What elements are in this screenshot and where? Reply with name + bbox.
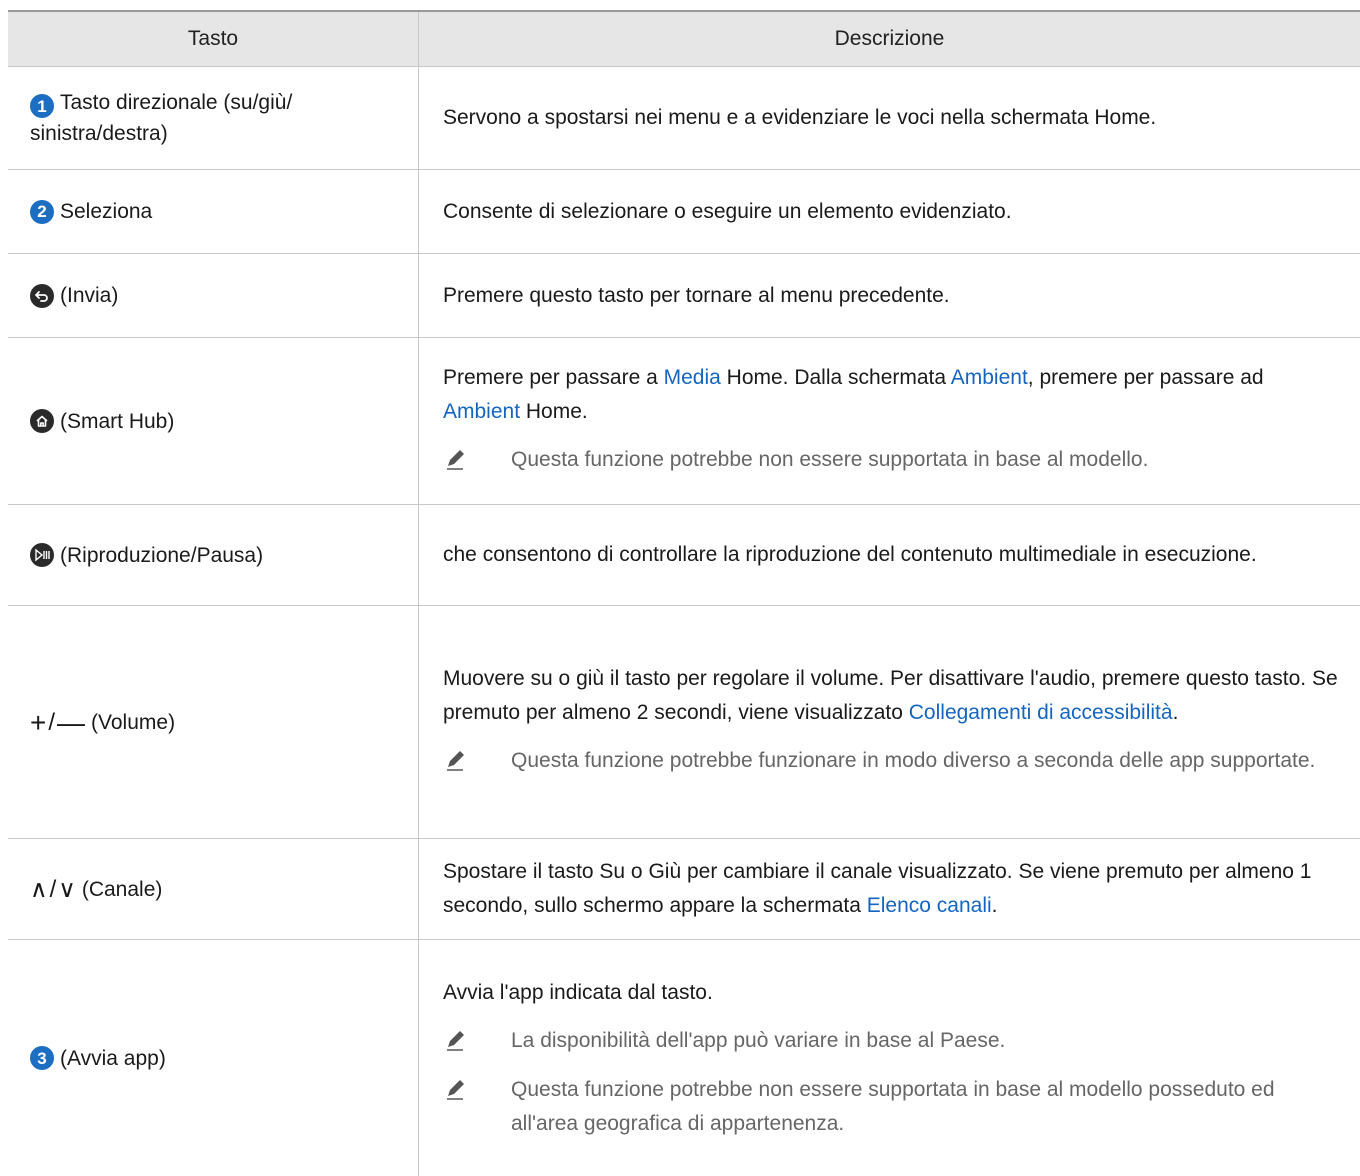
desc-cell: Avvia l'app indicata dal tasto. La dispo… (418, 940, 1360, 1176)
note: La disponibilità dell'app può variare in… (443, 1024, 1342, 1063)
key-cell: + / — (Volume) (8, 606, 418, 838)
description-text: Premere questo tasto per tornare al menu… (443, 283, 950, 307)
pencil-note-icon (443, 1024, 471, 1063)
header-key: Tasto (187, 27, 239, 50)
link-channel-list[interactable]: Elenco canali (867, 894, 992, 917)
key-cell: 1 Tasto direzionale (su/giù/ sinistra/des… (8, 67, 418, 169)
key-cell: (Invia) (8, 254, 418, 337)
key-label: (Canale) (81, 877, 163, 901)
table-row: ∧ / ∨ (Canale) Spostare il tasto Su o Gi… (8, 839, 1360, 940)
note: Questa funzione potrebbe funzionare in m… (443, 744, 1342, 783)
description-text: Avvia l'app indicata dal tasto. (443, 980, 713, 1004)
table-header: Tasto Descrizione (8, 12, 1360, 67)
home-icon (30, 409, 54, 433)
description-text: che consentono di controllare la riprodu… (443, 543, 1257, 566)
key-cell: ∧ / ∨ (Canale) (8, 839, 418, 939)
desc-cell: Consente di selezionare o eseguire un el… (418, 170, 1360, 253)
note-text: La disponibilità dell'app può variare in… (511, 1028, 1006, 1052)
key-label: (Invia) (60, 284, 119, 307)
note-text: Questa funzione potrebbe non essere supp… (511, 447, 1149, 471)
table-row: (Smart Hub) Premere per passare a Media … (8, 338, 1360, 505)
chevron-down-icon: ∨ (58, 875, 76, 903)
chevron-up-icon: ∧ (30, 875, 48, 903)
table-row: (Riproduzione/Pausa) che consentono di c… (8, 505, 1360, 606)
table-row: 1 Tasto direzionale (su/giù/ sinistra/des… (8, 67, 1360, 170)
number-badge-1: 1 (30, 94, 54, 119)
key-cell: (Smart Hub) (8, 338, 418, 504)
description-text: Spostare il tasto Su o Giù per cambiare … (443, 860, 1312, 917)
link-ambient[interactable]: Ambient (951, 366, 1028, 389)
desc-cell: Premere per passare a Media Home. Dalla … (418, 338, 1360, 504)
header-description: Descrizione (418, 12, 1360, 66)
description-text: Consente di selezionare o eseguire un el… (443, 199, 1012, 223)
return-icon (30, 283, 54, 308)
link-ambient[interactable]: Ambient (443, 400, 520, 423)
plus-icon: + (30, 706, 47, 738)
number-badge-2: 2 (30, 199, 54, 224)
desc-cell: Muovere su o giù il tasto per regolare i… (418, 606, 1360, 838)
slash: / (49, 875, 57, 903)
table-row: + / — (Volume) Muovere su o giù il tasto… (8, 606, 1360, 839)
note-text: Questa funzione potrebbe funzionare in m… (511, 748, 1316, 772)
description-text: Muovere su o giù il tasto per regolare i… (443, 666, 1338, 724)
desc-cell: Premere questo tasto per tornare al menu… (418, 254, 1360, 337)
pencil-note-icon (443, 443, 471, 482)
description-text: Premere per passare a Media Home. Dalla … (443, 365, 1264, 423)
slash: / (48, 708, 56, 736)
table-row: 2 Seleziona Consente di selezionare o ese… (8, 170, 1360, 254)
table-row: (Invia) Premere questo tasto per tornare… (8, 254, 1360, 338)
desc-cell: Spostare il tasto Su o Giù per cambiare … (418, 839, 1360, 939)
key-cell: (Riproduzione/Pausa) (8, 505, 418, 605)
key-label: (Volume) (91, 710, 176, 734)
key-label: (Avvia app) (60, 1046, 166, 1070)
note-text: Questa funzione potrebbe non essere supp… (511, 1077, 1275, 1135)
key-cell: 2 Seleziona (8, 170, 418, 253)
key-label: Seleziona (60, 200, 153, 223)
desc-cell: che consentono di controllare la riprodu… (418, 505, 1360, 605)
note: Questa funzione potrebbe non essere supp… (443, 1073, 1342, 1141)
key-cell: 3 (Avvia app) (8, 940, 418, 1176)
key-label: (Smart Hub) (60, 409, 175, 433)
key-label: Tasto direzionale (su/giù/ sinistra/dest… (30, 90, 293, 146)
link-media[interactable]: Media (664, 366, 721, 389)
link-accessibility-shortcuts[interactable]: Collegamenti di accessibilità (909, 701, 1173, 724)
number-badge-3: 3 (30, 1046, 54, 1070)
key-label: (Riproduzione/Pausa) (60, 543, 264, 567)
play-pause-icon (30, 543, 54, 567)
description-text: Servono a spostarsi nei menu e a evidenz… (443, 106, 1157, 129)
table-row: 3 (Avvia app) Avvia l'app indicata dal ta… (8, 940, 1360, 1176)
minus-icon: — (57, 706, 86, 738)
desc-cell: Servono a spostarsi nei menu e a evidenz… (418, 67, 1360, 169)
note: Questa funzione potrebbe non essere supp… (443, 443, 1342, 482)
remote-keys-table: Tasto Descrizione 1 Tasto direzionale (su… (8, 10, 1360, 1176)
pencil-note-icon (443, 744, 471, 783)
pencil-note-icon (443, 1073, 471, 1112)
